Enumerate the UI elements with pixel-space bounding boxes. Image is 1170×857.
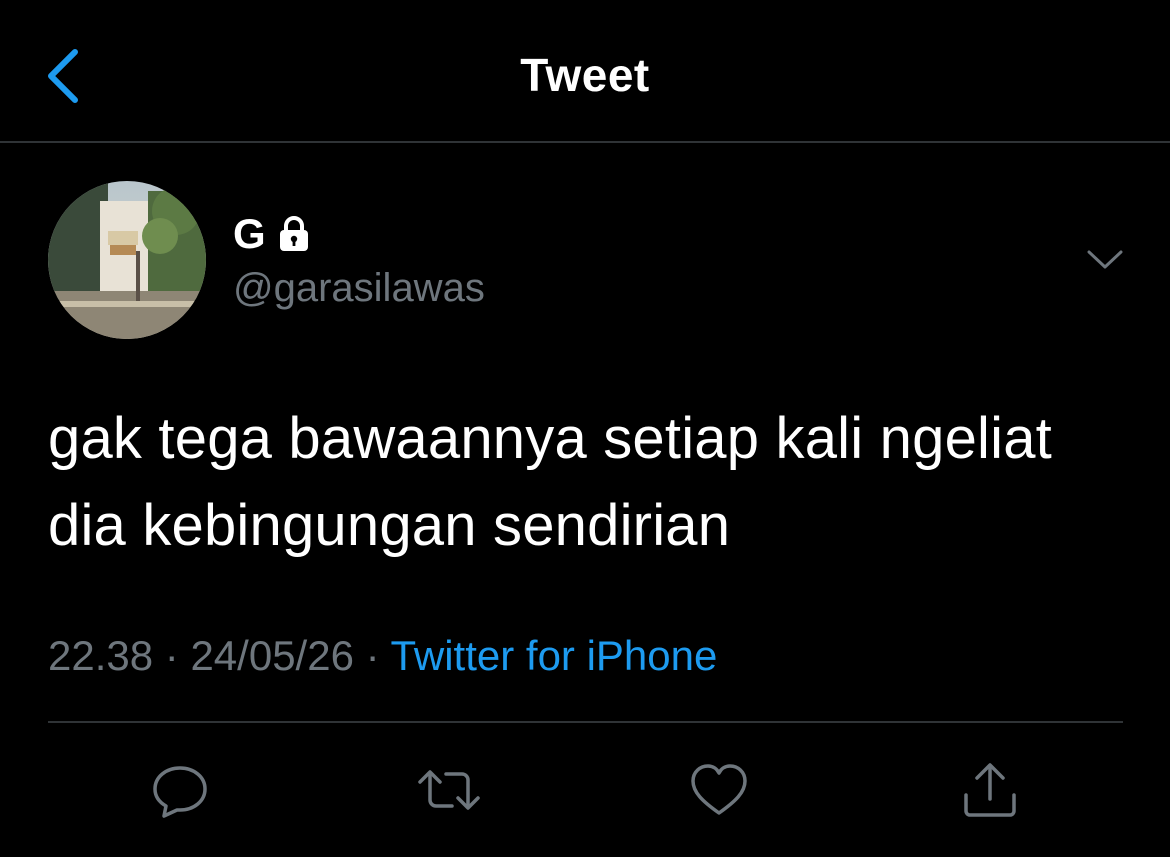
author-name[interactable]: G: [233, 210, 266, 258]
tweet-time: 22.38: [48, 632, 154, 679]
divider: [48, 721, 1123, 723]
retweet-button[interactable]: [414, 755, 484, 825]
avatar[interactable]: [48, 181, 206, 339]
retweet-icon[interactable]: [414, 760, 484, 820]
tweet-text: gak tega bawaannya setiap kali ngeliat d…: [48, 406, 1052, 558]
author-name-row: G: [233, 208, 310, 260]
share-button[interactable]: [955, 755, 1025, 825]
like-icon[interactable]: [688, 761, 750, 819]
lock-icon: [279, 216, 308, 251]
share-icon[interactable]: [959, 759, 1021, 821]
tweet-source-link[interactable]: Twitter for iPhone: [391, 632, 718, 679]
tweet-menu-button[interactable]: [1080, 240, 1130, 280]
page-title: Tweet: [520, 49, 650, 101]
tweet-actions-bar: [0, 755, 1170, 825]
reply-icon[interactable]: [150, 760, 210, 820]
meta-separator: ·: [164, 632, 179, 679]
author-handle[interactable]: @garasilawas: [233, 266, 485, 311]
tweet-date: 24/05/26: [190, 632, 354, 679]
tweet-metadata: 22.38 · 24/05/26 · Twitter for iPhone: [48, 632, 717, 680]
reply-button[interactable]: [145, 755, 215, 825]
top-navigation-bar: Tweet: [0, 0, 1170, 143]
like-button[interactable]: [684, 755, 754, 825]
meta-separator: ·: [365, 632, 380, 679]
chevron-down-icon[interactable]: [1085, 248, 1125, 272]
